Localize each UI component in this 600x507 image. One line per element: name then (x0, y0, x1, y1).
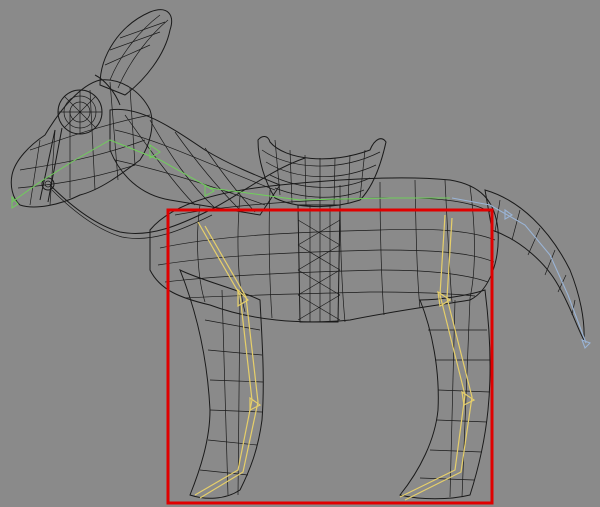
3d-viewport[interactable] (0, 0, 600, 507)
hind-leg-mesh (399, 289, 491, 500)
girth-strap-mesh (297, 204, 341, 323)
ear-mesh (99, 9, 173, 96)
tail-mesh (484, 189, 585, 342)
hind-leg-bones (399, 214, 476, 501)
donkey-wireframe-model[interactable] (0, 0, 600, 507)
neck-mesh (109, 108, 281, 216)
tail-bones (451, 197, 591, 349)
saddle-mesh (257, 136, 387, 207)
